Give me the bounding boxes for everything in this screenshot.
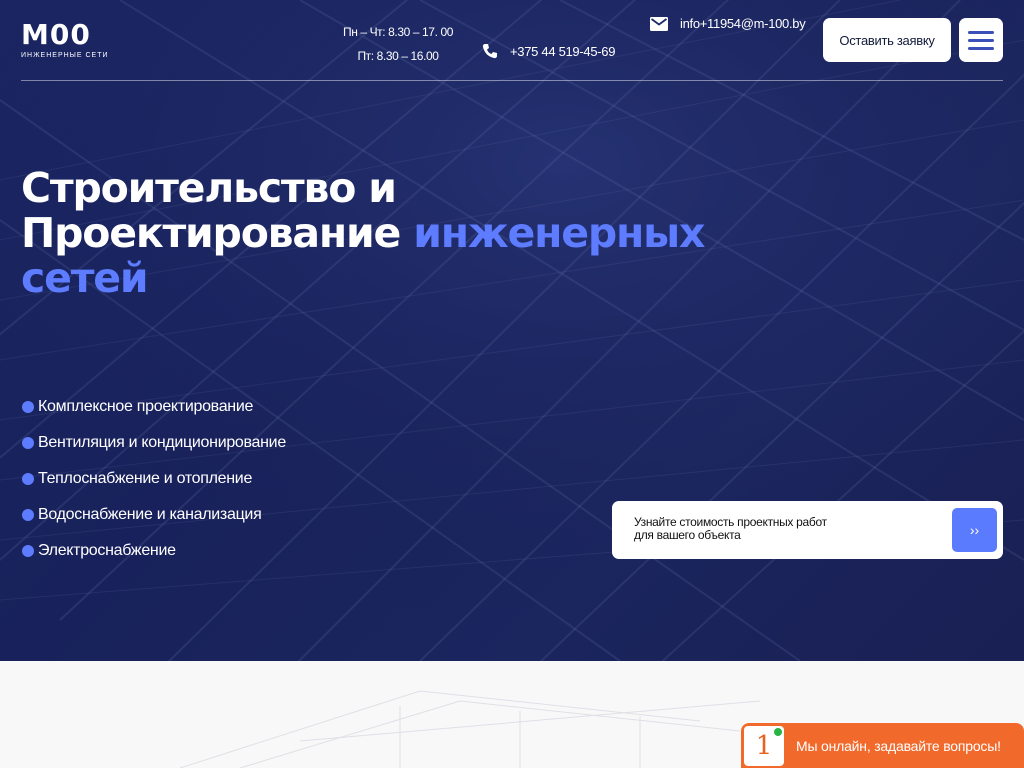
chat-avatar: 1 xyxy=(744,725,784,766)
cost-estimate-text: Узнайте стоимость проектных работ для ва… xyxy=(634,516,854,542)
bullet-dot-icon xyxy=(22,509,34,521)
service-label: Водоснабжение и канализация xyxy=(38,506,262,523)
service-label: Теплоснабжение и отопление xyxy=(38,470,253,487)
service-item: Электроснабжение xyxy=(22,533,286,569)
site-logo[interactable]: M00 ИНЖЕНЕРНЫЕ СЕТИ xyxy=(21,18,109,60)
email-link[interactable]: info+11954@m-100.by xyxy=(650,16,806,31)
service-item: Вентиляция и кондиционирование xyxy=(22,425,286,461)
working-hours: Пн – Чт: 8.30 – 17. 00 Пт: 8.30 – 16.00 xyxy=(340,20,456,68)
hero-title: Строительство и Проектирование инженерны… xyxy=(21,166,721,301)
header-divider xyxy=(21,80,1003,81)
bullet-dot-icon xyxy=(22,401,34,413)
phone-link[interactable]: +375 44 519-45-69 xyxy=(482,43,615,59)
bullet-dot-icon xyxy=(22,473,34,485)
menu-line xyxy=(968,46,994,50)
hamburger-menu-icon[interactable] xyxy=(959,18,1003,62)
online-status-icon xyxy=(774,727,782,736)
chat-avatar-text: 1 xyxy=(755,730,773,761)
online-chat-widget[interactable]: 1 Мы онлайн, задавайте вопросы! xyxy=(741,723,1024,768)
service-label: Электроснабжение xyxy=(38,542,176,559)
cost-estimate-card[interactable]: Узнайте стоимость проектных работ для ва… xyxy=(612,501,1003,559)
service-item: Водоснабжение и канализация xyxy=(22,497,286,533)
logo-mark: M00 xyxy=(21,18,91,51)
request-button[interactable]: Оставить заявку xyxy=(823,18,951,62)
menu-line xyxy=(968,38,994,42)
service-item: Теплоснабжение и отопление xyxy=(22,461,286,497)
working-hours-friday: Пт: 8.30 – 16.00 xyxy=(357,49,439,63)
working-hours-weekdays: Пн – Чт: 8.30 – 17. 00 xyxy=(342,25,454,39)
service-item: Комплексное проектирование xyxy=(22,389,286,425)
chat-label: Мы онлайн, задавайте вопросы! xyxy=(796,737,1001,754)
bullet-dot-icon xyxy=(22,545,34,557)
hero-section: M00 ИНЖЕНЕРНЫЕ СЕТИ Пн – Чт: 8.30 – 17. … xyxy=(0,0,1024,661)
bullet-dot-icon xyxy=(22,437,34,449)
phone-text: +375 44 519-45-69 xyxy=(510,43,616,59)
cost-estimate-line2: для вашего объекта xyxy=(634,528,741,542)
services-list: Комплексное проектирование Вентиляция и … xyxy=(22,389,286,569)
cost-estimate-arrow-button[interactable]: ›› xyxy=(952,508,997,552)
menu-line xyxy=(968,30,994,34)
service-label: Комплексное проектирование xyxy=(38,398,254,415)
phone-icon xyxy=(482,44,497,59)
logo-subtitle: ИНЖЕНЕРНЫЕ СЕТИ xyxy=(21,52,109,59)
email-text: info+11954@m-100.by xyxy=(680,16,806,31)
service-label: Вентиляция и кондиционирование xyxy=(38,434,286,451)
mail-icon xyxy=(650,16,668,31)
hero-title-main: Строительство и Проектирование xyxy=(21,164,414,257)
